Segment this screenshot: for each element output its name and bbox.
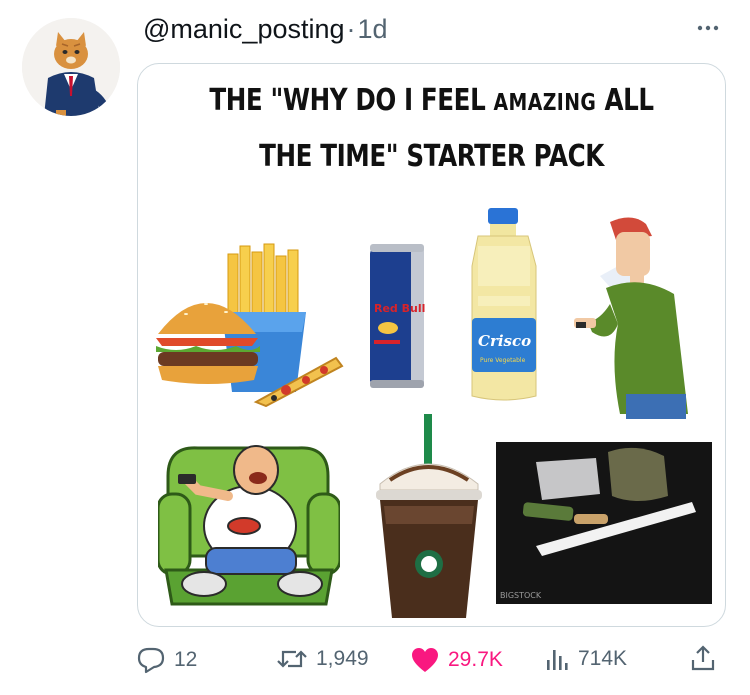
meme-title-line-2: THE TIME" STARTER PACK	[259, 139, 604, 174]
svg-text:Red Bull: Red Bull	[374, 302, 425, 315]
meme-title-line-1: THE "WHY DO I FEEL AMAZING ALL	[209, 83, 654, 118]
reply-count: 12	[174, 648, 198, 671]
retweet-button[interactable]: 1,949	[276, 646, 369, 672]
share-button[interactable]	[690, 644, 716, 672]
time-separator: ·	[346, 14, 356, 44]
tweet-actions: 12 1,949 29.7K 714K	[0, 636, 750, 684]
tweet-media-image[interactable]: THE "WHY DO I FEEL AMAZING ALL THE TIME"…	[137, 63, 726, 627]
frappuccino-image	[376, 414, 482, 618]
more-button[interactable]	[694, 14, 722, 42]
cat-in-suit-avatar-icon	[22, 18, 120, 116]
drugs-photo-image: BIGSTOCK	[496, 442, 712, 604]
retweet-count: 1,949	[316, 647, 369, 670]
vegetable-oil-bottle-image: Crisco Pure Vegetable	[471, 208, 537, 401]
analytics-icon	[547, 650, 568, 670]
meme-title: THE "WHY DO I FEEL AMAZING ALL THE TIME"…	[191, 74, 672, 184]
couch-eater-image	[158, 445, 340, 606]
svg-text:Pure Vegetable: Pure Vegetable	[480, 357, 526, 364]
tweet-header: @manic_posting · 1d	[143, 14, 388, 45]
like-count: 29.7K	[448, 648, 503, 671]
energy-drink-can-image: Red Bull	[370, 244, 425, 388]
tweet-time[interactable]: 1d	[358, 14, 388, 45]
view-count: 714K	[578, 647, 628, 670]
fast-food-image	[156, 243, 344, 407]
heart-icon	[412, 648, 438, 672]
user-handle[interactable]: @manic_posting	[143, 14, 345, 45]
reply-icon	[137, 647, 165, 674]
share-icon	[691, 645, 715, 671]
avatar[interactable]	[22, 18, 120, 116]
phone-user-image	[574, 217, 688, 419]
more-horizontal-icon	[697, 25, 719, 31]
reply-button[interactable]: 12	[136, 646, 197, 674]
views-button[interactable]: 714K	[544, 646, 627, 672]
svg-text:BIGSTOCK: BIGSTOCK	[500, 591, 542, 600]
like-button[interactable]: 29.7K	[410, 646, 503, 674]
retweet-icon	[277, 650, 307, 668]
svg-text:Crisco: Crisco	[478, 332, 531, 350]
